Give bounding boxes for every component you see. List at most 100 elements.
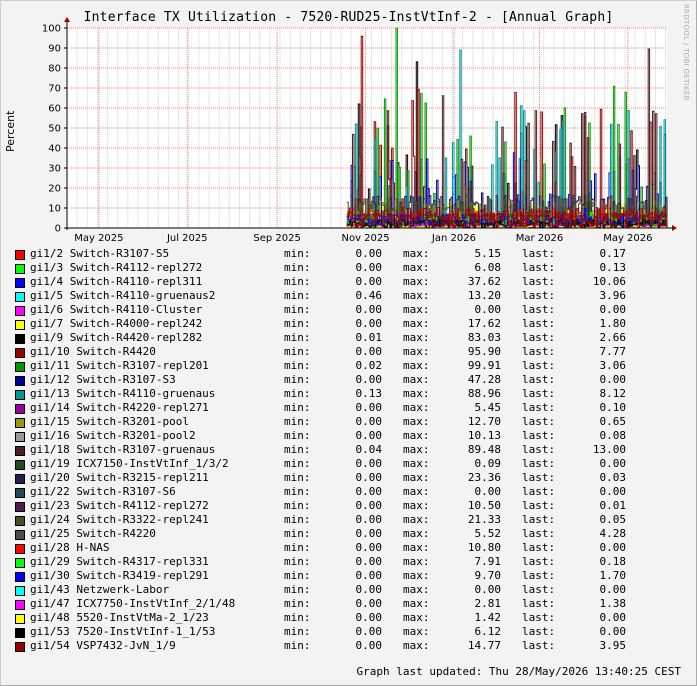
legend-row: gi1/15 Switch-R3201-pool min: 0.00 max: 12.7…: [0, 415, 697, 429]
legend-swatch: [15, 250, 25, 260]
legend-min-label: min:: [284, 275, 311, 288]
legend-last-label: last:: [522, 415, 556, 428]
legend-row: gi1/29 Switch-R4317-repl331 min: 0.00 max: 7…: [0, 555, 697, 569]
legend-series-name: gi1/20 Switch-R3215-repl211: [30, 471, 209, 484]
legend-max-label: max:: [403, 457, 430, 470]
legend-swatch: [15, 544, 25, 554]
legend-max-label: max:: [403, 345, 430, 358]
legend-swatch: [15, 474, 25, 484]
legend-max-value: 1.42: [474, 611, 502, 624]
legend-max-value: 21.33: [467, 513, 501, 526]
legend-row: gi1/28 H-NAS min: 0.00 max: 10.80 last: 0.00: [0, 541, 697, 555]
legend-max-label: max:: [403, 471, 430, 484]
legend-swatch: [15, 292, 25, 302]
legend-last-value: 3.95: [599, 639, 627, 652]
x-axis-arrow: [672, 225, 677, 231]
legend-max-value: 5.52: [474, 527, 502, 540]
legend-row: gi1/9 Switch-R4420-repl282 min: 0.01 max: 83…: [0, 331, 697, 345]
legend-swatch: [15, 264, 25, 274]
legend-min-label: min:: [284, 555, 311, 568]
legend-min-value: 0.00: [355, 513, 383, 526]
legend-max-label: max:: [403, 541, 430, 554]
legend-row: gi1/23 Switch-R4112-repl272 min: 0.00 max: 1…: [0, 499, 697, 513]
legend-min-value: 0.13: [355, 387, 383, 400]
legend-min-label: min:: [284, 247, 311, 260]
legend-last-value: 13.00: [592, 443, 626, 456]
legend-last-label: last:: [522, 247, 556, 260]
y-tick-label: 60: [48, 104, 61, 115]
legend-last-value: 0.00: [599, 457, 627, 470]
legend-row: gi1/5 Switch-R4110-gruenaus2 min: 0.46 max:…: [0, 289, 697, 303]
legend-min-label: min:: [284, 639, 311, 652]
legend-min-value: 0.00: [355, 639, 383, 652]
utilization-chart: May 2025 Jul 2025 Sep 2025 Nov 2025 Jan 2026…: [42, 17, 677, 244]
legend-series-name: gi1/25 Switch-R4220: [30, 527, 156, 540]
legend-max-value: 23.36: [467, 471, 501, 484]
legend-min-value: 0.00: [355, 373, 383, 386]
legend-last-value: 1.70: [599, 569, 627, 582]
legend-last-label: last:: [522, 359, 556, 372]
legend-min-value: 0.00: [355, 555, 383, 568]
legend-series-name: gi1/4 Switch-R4110-repl311: [30, 275, 203, 288]
legend-series-name: gi1/18 Switch-R3107-gruenaus: [30, 443, 216, 456]
legend-min-label: min:: [284, 611, 311, 624]
legend-min-label: min:: [284, 625, 311, 638]
legend-last-value: 3.06: [599, 359, 627, 372]
legend-max-label: max:: [403, 415, 430, 428]
legend-row: gi1/48 5520-InstVtMa-2_1/23 min: 0.00 max: 1…: [0, 611, 697, 625]
legend-last-value: 8.12: [599, 387, 627, 400]
legend-min-label: min:: [284, 499, 311, 512]
legend-min-label: min:: [284, 331, 311, 344]
legend-series-name: gi1/15 Switch-R3201-pool: [30, 415, 189, 428]
y-tick-label: 80: [48, 64, 61, 75]
legend-series-name: gi1/6 Switch-R4110-Cluster: [30, 303, 203, 316]
legend-max-value: 99.91: [467, 359, 501, 372]
legend-min-label: min:: [284, 527, 311, 540]
legend-series-name: gi1/19 ICX7150-InstVtInf_1/3/2: [30, 457, 229, 470]
legend-last-value: 2.66: [599, 331, 627, 344]
legend-max-value: 5.45: [474, 401, 502, 414]
legend-last-label: last:: [522, 331, 556, 344]
legend-row: gi1/16 Switch-R3201-pool2 min: 0.00 max: 10.…: [0, 429, 697, 443]
legend-min-value: 0.00: [355, 499, 383, 512]
legend-last-value: 0.00: [599, 303, 627, 316]
legend-series-name: gi1/47 ICX7750-InstVtInf_2/1/48: [30, 597, 236, 610]
legend-max-value: 10.13: [467, 429, 501, 442]
legend-row: gi1/54 VSP7432-JvN_1/9 min: 0.00 max: 14.77 l…: [0, 639, 697, 653]
legend-last-label: last:: [522, 457, 556, 470]
legend-last-label: last:: [522, 485, 556, 498]
legend-series-name: gi1/3 Switch-R4112-repl272: [30, 261, 203, 274]
legend-swatch: [15, 558, 25, 568]
legend-last-label: last:: [522, 471, 556, 484]
legend-max-value: 88.96: [467, 387, 501, 400]
legend-max-label: max:: [403, 275, 430, 288]
legend-last-label: last:: [522, 569, 556, 582]
legend-min-label: min:: [284, 541, 311, 554]
legend-max-value: 7.91: [474, 555, 502, 568]
x-tick-label: May 2025: [74, 233, 123, 244]
legend-swatch: [15, 530, 25, 540]
legend-max-label: max:: [403, 261, 430, 274]
legend-max-label: max:: [403, 639, 430, 652]
legend-min-value: 0.00: [355, 597, 383, 610]
legend-last-value: 1.80: [599, 317, 627, 330]
legend-min-value: 0.00: [355, 541, 383, 554]
legend-row: gi1/22 Switch-R3107-S6 min: 0.00 max: 0.00 la…: [0, 485, 697, 499]
legend-min-value: 0.00: [355, 247, 383, 260]
legend-last-value: 0.00: [599, 625, 627, 638]
legend-min-value: 0.01: [355, 331, 383, 344]
legend-max-value: 95.90: [467, 345, 501, 358]
legend-row: gi1/47 ICX7750-InstVtInf_2/1/48 min: 0.00 m…: [0, 597, 697, 611]
legend-max-value: 2.81: [474, 597, 502, 610]
legend-min-label: min:: [284, 513, 311, 526]
legend-min-label: min:: [284, 317, 311, 330]
y-tick-label: 30: [48, 164, 61, 175]
legend-row: gi1/6 Switch-R4110-Cluster min: 0.00 max: 0.…: [0, 303, 697, 317]
legend-min-label: min:: [284, 597, 311, 610]
legend-min-label: min:: [284, 443, 311, 456]
y-tick-label: 50: [48, 124, 61, 135]
legend-swatch: [15, 390, 25, 400]
legend-row: gi1/13 Switch-R4110-gruenaus min: 0.13 max:…: [0, 387, 697, 401]
legend-max-label: max:: [403, 401, 430, 414]
legend-last-value: 0.01: [599, 499, 627, 512]
